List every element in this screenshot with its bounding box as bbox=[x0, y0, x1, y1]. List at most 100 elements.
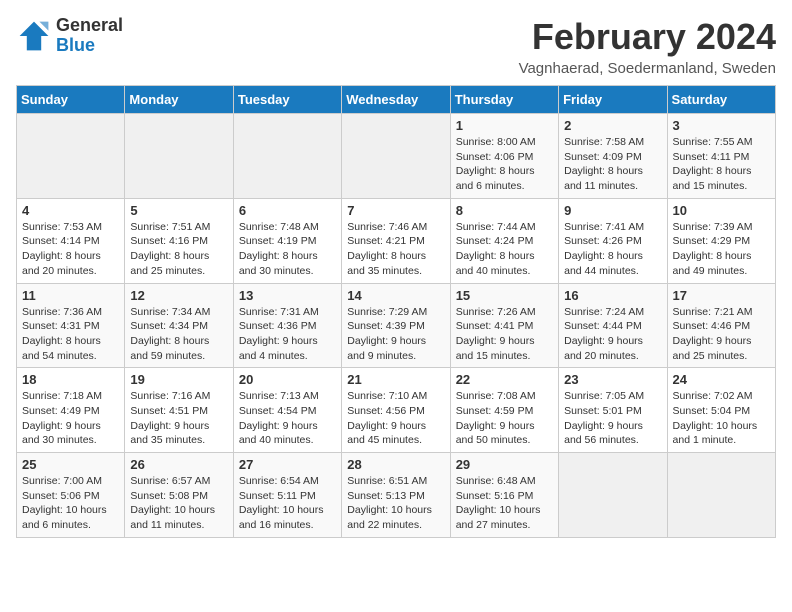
day-info: Sunrise: 7:24 AM Sunset: 4:44 PM Dayligh… bbox=[564, 305, 661, 364]
day-number: 21 bbox=[347, 372, 444, 387]
day-number: 14 bbox=[347, 288, 444, 303]
day-info: Sunrise: 6:51 AM Sunset: 5:13 PM Dayligh… bbox=[347, 474, 444, 533]
day-info: Sunrise: 7:13 AM Sunset: 4:54 PM Dayligh… bbox=[239, 389, 336, 448]
calendar-cell: 27 Sunrise: 6:54 AM Sunset: 5:11 PM Dayli… bbox=[233, 453, 341, 538]
day-number: 18 bbox=[22, 372, 119, 387]
calendar-cell: 1 Sunrise: 8:00 AM Sunset: 4:06 PM Daylig… bbox=[450, 114, 558, 199]
calendar-cell: 13 Sunrise: 7:31 AM Sunset: 4:36 PM Dayli… bbox=[233, 283, 341, 368]
weekday-header-saturday: Saturday bbox=[667, 86, 775, 114]
calendar-cell: 22Sunrise: 7:08 AM Sunset: 4:59 PM Dayli… bbox=[450, 368, 558, 453]
calendar-cell bbox=[17, 114, 125, 199]
weekday-header-tuesday: Tuesday bbox=[233, 86, 341, 114]
calendar-cell: 9 Sunrise: 7:41 AM Sunset: 4:26 PM Daylig… bbox=[559, 198, 667, 283]
calendar-cell: 11 Sunrise: 7:36 AM Sunset: 4:31 PM Dayli… bbox=[17, 283, 125, 368]
day-info: Sunrise: 7:44 AM Sunset: 4:24 PM Dayligh… bbox=[456, 220, 553, 279]
day-info: Sunrise: 7:16 AM Sunset: 4:51 PM Dayligh… bbox=[130, 389, 227, 448]
calendar-cell: 14 Sunrise: 7:29 AM Sunset: 4:39 PM Dayli… bbox=[342, 283, 450, 368]
day-number: 29 bbox=[456, 457, 553, 472]
weekday-header-friday: Friday bbox=[559, 86, 667, 114]
day-number: 12 bbox=[130, 288, 227, 303]
week-row-2: 4Sunrise: 7:53 AM Sunset: 4:14 PM Daylig… bbox=[17, 198, 776, 283]
weekday-header-sunday: Sunday bbox=[17, 86, 125, 114]
day-info: Sunrise: 7:10 AM Sunset: 4:56 PM Dayligh… bbox=[347, 389, 444, 448]
day-info: Sunrise: 7:29 AM Sunset: 4:39 PM Dayligh… bbox=[347, 305, 444, 364]
calendar-cell: 18Sunrise: 7:18 AM Sunset: 4:49 PM Dayli… bbox=[17, 368, 125, 453]
calendar-cell: 25 Sunrise: 7:00 AM Sunset: 5:06 PM Dayli… bbox=[17, 453, 125, 538]
calendar-cell: 7Sunrise: 7:46 AM Sunset: 4:21 PM Daylig… bbox=[342, 198, 450, 283]
day-info: Sunrise: 6:57 AM Sunset: 5:08 PM Dayligh… bbox=[130, 474, 227, 533]
weekday-header-wednesday: Wednesday bbox=[342, 86, 450, 114]
day-info: Sunrise: 7:36 AM Sunset: 4:31 PM Dayligh… bbox=[22, 305, 119, 364]
day-info: Sunrise: 6:54 AM Sunset: 5:11 PM Dayligh… bbox=[239, 474, 336, 533]
logo-text: General Blue bbox=[56, 16, 123, 56]
day-info: Sunrise: 7:58 AM Sunset: 4:09 PM Dayligh… bbox=[564, 135, 661, 194]
calendar-cell: 15 Sunrise: 7:26 AM Sunset: 4:41 PM Dayli… bbox=[450, 283, 558, 368]
day-info: Sunrise: 7:31 AM Sunset: 4:36 PM Dayligh… bbox=[239, 305, 336, 364]
calendar-cell: 8 Sunrise: 7:44 AM Sunset: 4:24 PM Daylig… bbox=[450, 198, 558, 283]
day-number: 6 bbox=[239, 203, 336, 218]
calendar-cell: 28 Sunrise: 6:51 AM Sunset: 5:13 PM Dayli… bbox=[342, 453, 450, 538]
day-number: 13 bbox=[239, 288, 336, 303]
day-info: Sunrise: 7:26 AM Sunset: 4:41 PM Dayligh… bbox=[456, 305, 553, 364]
day-info: Sunrise: 7:39 AM Sunset: 4:29 PM Dayligh… bbox=[673, 220, 770, 279]
day-number: 9 bbox=[564, 203, 661, 218]
day-number: 3 bbox=[673, 118, 770, 133]
calendar-cell: 29 Sunrise: 6:48 AM Sunset: 5:16 PM Dayli… bbox=[450, 453, 558, 538]
calendar-table: SundayMondayTuesdayWednesdayThursdayFrid… bbox=[16, 85, 776, 538]
week-row-3: 11 Sunrise: 7:36 AM Sunset: 4:31 PM Dayli… bbox=[17, 283, 776, 368]
day-number: 25 bbox=[22, 457, 119, 472]
day-number: 1 bbox=[456, 118, 553, 133]
day-number: 26 bbox=[130, 457, 227, 472]
day-info: Sunrise: 7:00 AM Sunset: 5:06 PM Dayligh… bbox=[22, 474, 119, 533]
calendar-cell: 4Sunrise: 7:53 AM Sunset: 4:14 PM Daylig… bbox=[17, 198, 125, 283]
calendar-cell: 2 Sunrise: 7:58 AM Sunset: 4:09 PM Daylig… bbox=[559, 114, 667, 199]
day-info: Sunrise: 7:48 AM Sunset: 4:19 PM Dayligh… bbox=[239, 220, 336, 279]
calendar-cell: 24Sunrise: 7:02 AM Sunset: 5:04 PM Dayli… bbox=[667, 368, 775, 453]
calendar-cell bbox=[559, 453, 667, 538]
day-number: 8 bbox=[456, 203, 553, 218]
calendar-cell: 10 Sunrise: 7:39 AM Sunset: 4:29 PM Dayli… bbox=[667, 198, 775, 283]
month-title: February 2024 bbox=[519, 16, 776, 58]
logo-line1: General bbox=[56, 16, 123, 36]
week-row-5: 25 Sunrise: 7:00 AM Sunset: 5:06 PM Dayli… bbox=[17, 453, 776, 538]
logo-icon bbox=[16, 18, 52, 54]
weekday-header-row: SundayMondayTuesdayWednesdayThursdayFrid… bbox=[17, 86, 776, 114]
header: General Blue February 2024 Vagnhaerad, S… bbox=[16, 16, 776, 77]
day-info: Sunrise: 7:34 AM Sunset: 4:34 PM Dayligh… bbox=[130, 305, 227, 364]
calendar-cell: 21 Sunrise: 7:10 AM Sunset: 4:56 PM Dayli… bbox=[342, 368, 450, 453]
day-info: Sunrise: 7:21 AM Sunset: 4:46 PM Dayligh… bbox=[673, 305, 770, 364]
calendar-cell: 26 Sunrise: 6:57 AM Sunset: 5:08 PM Dayli… bbox=[125, 453, 233, 538]
day-number: 5 bbox=[130, 203, 227, 218]
day-number: 19 bbox=[130, 372, 227, 387]
day-info: Sunrise: 8:00 AM Sunset: 4:06 PM Dayligh… bbox=[456, 135, 553, 194]
calendar-cell: 3 Sunrise: 7:55 AM Sunset: 4:11 PM Daylig… bbox=[667, 114, 775, 199]
week-row-4: 18Sunrise: 7:18 AM Sunset: 4:49 PM Dayli… bbox=[17, 368, 776, 453]
day-info: Sunrise: 7:53 AM Sunset: 4:14 PM Dayligh… bbox=[22, 220, 119, 279]
calendar-cell bbox=[342, 114, 450, 199]
day-info: Sunrise: 7:51 AM Sunset: 4:16 PM Dayligh… bbox=[130, 220, 227, 279]
calendar-cell: 5 Sunrise: 7:51 AM Sunset: 4:16 PM Daylig… bbox=[125, 198, 233, 283]
title-area: February 2024 Vagnhaerad, Soedermanland,… bbox=[519, 16, 776, 77]
day-info: Sunrise: 7:55 AM Sunset: 4:11 PM Dayligh… bbox=[673, 135, 770, 194]
day-info: Sunrise: 7:08 AM Sunset: 4:59 PM Dayligh… bbox=[456, 389, 553, 448]
day-number: 2 bbox=[564, 118, 661, 133]
calendar-cell: 6 Sunrise: 7:48 AM Sunset: 4:19 PM Daylig… bbox=[233, 198, 341, 283]
day-number: 11 bbox=[22, 288, 119, 303]
calendar-cell: 19 Sunrise: 7:16 AM Sunset: 4:51 PM Dayli… bbox=[125, 368, 233, 453]
calendar-cell: 12 Sunrise: 7:34 AM Sunset: 4:34 PM Dayli… bbox=[125, 283, 233, 368]
day-info: Sunrise: 7:05 AM Sunset: 5:01 PM Dayligh… bbox=[564, 389, 661, 448]
day-number: 17 bbox=[673, 288, 770, 303]
day-number: 27 bbox=[239, 457, 336, 472]
day-info: Sunrise: 7:46 AM Sunset: 4:21 PM Dayligh… bbox=[347, 220, 444, 279]
day-number: 24 bbox=[673, 372, 770, 387]
week-row-1: 1 Sunrise: 8:00 AM Sunset: 4:06 PM Daylig… bbox=[17, 114, 776, 199]
day-number: 10 bbox=[673, 203, 770, 218]
day-number: 15 bbox=[456, 288, 553, 303]
location-title: Vagnhaerad, Soedermanland, Sweden bbox=[519, 60, 776, 77]
day-number: 28 bbox=[347, 457, 444, 472]
day-info: Sunrise: 7:41 AM Sunset: 4:26 PM Dayligh… bbox=[564, 220, 661, 279]
day-info: Sunrise: 6:48 AM Sunset: 5:16 PM Dayligh… bbox=[456, 474, 553, 533]
weekday-header-thursday: Thursday bbox=[450, 86, 558, 114]
day-number: 20 bbox=[239, 372, 336, 387]
calendar-cell: 16Sunrise: 7:24 AM Sunset: 4:44 PM Dayli… bbox=[559, 283, 667, 368]
